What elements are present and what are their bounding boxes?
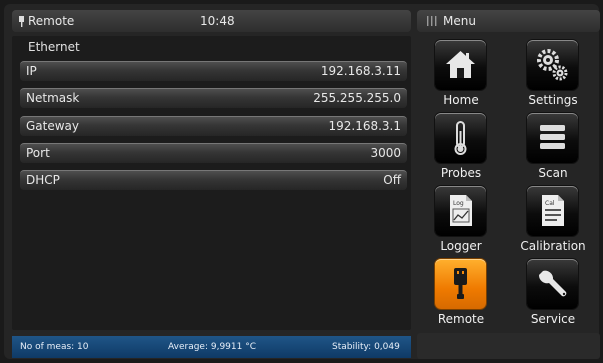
menu-item-label: Remote bbox=[437, 312, 485, 326]
field-label: IP bbox=[26, 64, 37, 78]
menu-item-settings[interactable]: Settings bbox=[509, 40, 597, 112]
dhcp-field[interactable]: DHCP Off bbox=[20, 170, 407, 190]
menu-title: Menu bbox=[443, 14, 476, 28]
clock: 10:48 bbox=[200, 14, 235, 28]
scan-icon bbox=[527, 113, 578, 163]
menu-item-service[interactable]: Service bbox=[509, 259, 597, 331]
field-value: 3000 bbox=[370, 146, 401, 160]
section-title: Ethernet bbox=[28, 40, 80, 54]
netmask-field[interactable]: Netmask 255.255.255.0 bbox=[20, 88, 407, 108]
calibration-icon: Cal bbox=[527, 186, 578, 236]
field-label: Gateway bbox=[26, 119, 80, 133]
menu-item-label: Probes bbox=[440, 166, 482, 180]
mode-label: Remote bbox=[28, 14, 75, 28]
menu-item-calibration[interactable]: Cal Calibration bbox=[509, 186, 597, 258]
field-value: 192.168.3.1 bbox=[328, 119, 401, 133]
wrench-icon bbox=[527, 259, 578, 309]
mode-indicator: Remote bbox=[18, 10, 74, 32]
field-label: Netmask bbox=[26, 91, 80, 105]
plug-icon bbox=[19, 15, 24, 27]
average-readout: Average: 9,9911 °C bbox=[168, 342, 256, 352]
menu-item-home[interactable]: Home bbox=[417, 40, 505, 112]
settings-icon bbox=[527, 40, 578, 90]
port-field[interactable]: Port 3000 bbox=[20, 143, 407, 163]
menu-footer bbox=[417, 333, 600, 359]
thermometer-icon bbox=[435, 113, 486, 163]
menu-item-remote[interactable]: Remote bbox=[417, 259, 505, 331]
menu-item-label: Settings bbox=[528, 93, 578, 107]
field-value: 192.168.3.11 bbox=[320, 64, 401, 78]
stability-readout: Stability: 0,049 bbox=[332, 342, 400, 352]
menu-item-logger[interactable]: Log Logger bbox=[417, 186, 505, 258]
menu-item-label: Logger bbox=[440, 239, 482, 253]
field-label: DHCP bbox=[26, 173, 60, 187]
meas-count: No of meas: 10 bbox=[20, 342, 89, 352]
menu-item-label: Calibration bbox=[520, 239, 586, 253]
menu-item-label: Scan bbox=[538, 166, 568, 180]
logger-icon: Log bbox=[435, 186, 486, 236]
field-value: Off bbox=[383, 173, 401, 187]
remote-plug-icon bbox=[435, 259, 486, 309]
gateway-field[interactable]: Gateway 192.168.3.1 bbox=[20, 116, 407, 136]
menu-item-scan[interactable]: Scan bbox=[509, 113, 597, 185]
menu-header: Menu bbox=[417, 10, 600, 32]
ip-field[interactable]: IP 192.168.3.11 bbox=[20, 61, 407, 81]
menu-item-label: Service bbox=[530, 312, 576, 326]
measurement-status-bar: No of meas: 10 Average: 9,9911 °C Stabil… bbox=[12, 336, 411, 358]
svg-text:Log: Log bbox=[453, 200, 464, 207]
field-value: 255.255.255.0 bbox=[313, 91, 401, 105]
menu-item-probes[interactable]: Probes bbox=[417, 113, 505, 185]
menu-item-label: Home bbox=[443, 93, 479, 107]
svg-text:Cal: Cal bbox=[545, 200, 555, 207]
home-icon bbox=[435, 40, 486, 90]
menu-grip-icon bbox=[427, 16, 437, 26]
status-header: Remote 10:48 bbox=[12, 10, 411, 32]
field-label: Port bbox=[26, 146, 50, 160]
